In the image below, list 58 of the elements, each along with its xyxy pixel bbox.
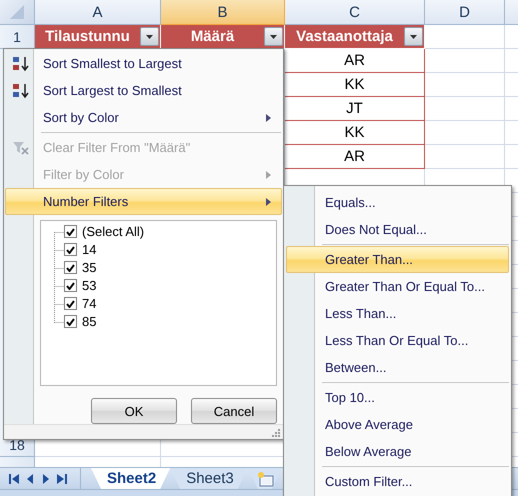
caret-icon — [146, 34, 153, 38]
caret-icon — [410, 34, 417, 38]
grip-icon — [272, 429, 280, 437]
checkbox-label: 74 — [82, 296, 96, 312]
insert-sheet-button[interactable] — [248, 468, 282, 489]
sheet-tab[interactable]: Sheet2 — [91, 468, 170, 489]
last-sheet-button[interactable] — [56, 472, 68, 486]
first-sheet-icon — [8, 472, 20, 486]
menu-item[interactable]: Greater Than Or Equal To... — [286, 273, 509, 300]
header-label: Määrä — [190, 28, 236, 45]
table-cell: KK — [285, 73, 425, 97]
column-header[interactable]: B — [161, 0, 285, 25]
filter-dropdown-button[interactable] — [264, 27, 283, 46]
table-cell: JT — [285, 97, 425, 121]
menu-item[interactable]: Does Not Equal... — [286, 216, 509, 243]
checkbox[interactable] — [64, 279, 77, 292]
menu-item[interactable]: Sort by Color — [5, 104, 282, 131]
menu-item[interactable]: Custom Filter... — [286, 468, 509, 495]
table-cell: AR — [285, 49, 425, 73]
menu-item[interactable]: Below Average — [286, 438, 509, 465]
checkbox[interactable] — [64, 243, 77, 256]
menu-item[interactable]: Top 10... — [286, 384, 509, 411]
ok-button[interactable]: OK — [91, 398, 177, 424]
checkbox[interactable] — [64, 225, 77, 238]
menu-item[interactable]: Less Than Or Equal To... — [286, 327, 509, 354]
table-cell: AR — [285, 145, 425, 169]
menu-item[interactable]: Less Than... — [286, 300, 509, 327]
sort-descending-icon — [12, 82, 30, 99]
checkbox-label: (Select All) — [82, 224, 144, 240]
menu-item[interactable]: Equals... — [286, 189, 509, 216]
checkbox-label: 35 — [82, 260, 96, 276]
last-sheet-icon — [56, 472, 68, 486]
checkbox[interactable] — [64, 297, 77, 310]
checkbox[interactable] — [64, 261, 77, 274]
caret-icon — [270, 34, 277, 38]
first-sheet-button[interactable] — [8, 472, 20, 486]
clear-filter-icon — [12, 140, 30, 156]
checkbox-label: 85 — [82, 314, 96, 330]
checkbox-label: 14 — [82, 242, 96, 258]
corner-triangle-icon — [10, 5, 24, 19]
header-label: Tilaustunnu — [44, 28, 131, 45]
sheet-tab[interactable]: Sheet3 — [170, 468, 248, 489]
menu-item[interactable]: Number Filters — [5, 188, 282, 215]
cancel-button[interactable]: Cancel — [191, 398, 277, 424]
menu-item[interactable]: Between... — [286, 354, 509, 381]
resize-grip[interactable] — [4, 424, 283, 439]
new-sheet-icon — [256, 470, 274, 486]
header-label: Vastaanottaja — [295, 28, 394, 45]
checkbox-label: 53 — [82, 278, 96, 294]
filter-dropdown-button[interactable] — [404, 27, 423, 46]
sort-ascending-icon — [12, 56, 30, 72]
table-cell: KK — [285, 121, 425, 145]
filter-dropdown-button[interactable] — [140, 27, 159, 46]
menu-item[interactable]: Sort Smallest to Largest — [5, 50, 282, 77]
menu-item[interactable]: Greater Than... — [286, 246, 509, 273]
menu-item[interactable]: Sort Largest to Smallest — [5, 76, 282, 104]
menu-item[interactable]: Above Average — [286, 411, 509, 438]
checkbox[interactable] — [64, 315, 77, 328]
